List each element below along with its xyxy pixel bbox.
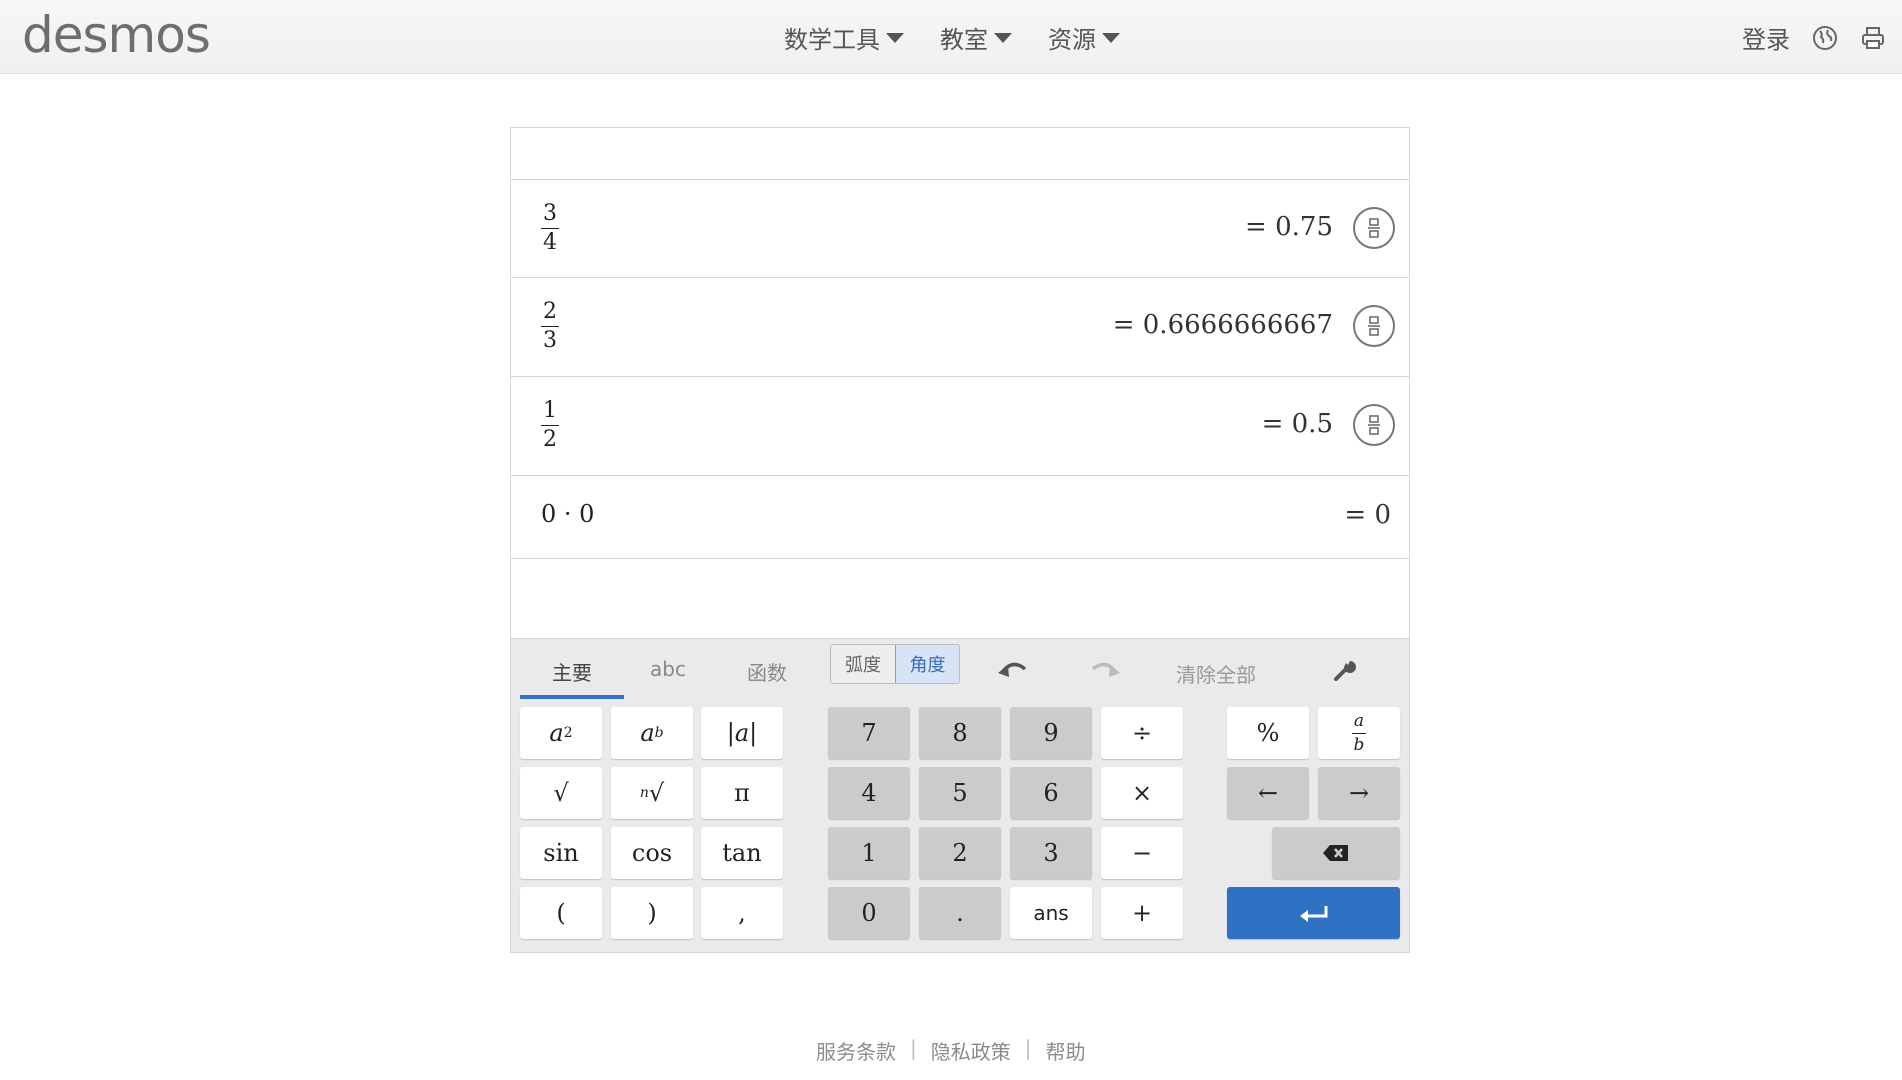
expression-text: 0 · 0 bbox=[541, 500, 595, 528]
print-icon[interactable] bbox=[1860, 25, 1886, 51]
help-link[interactable]: 帮助 bbox=[1046, 1036, 1086, 1065]
tan-key[interactable]: tan bbox=[701, 827, 783, 879]
fraction-toggle-button[interactable] bbox=[1353, 404, 1395, 446]
comma-key[interactable]: , bbox=[701, 887, 783, 939]
enter-icon bbox=[1299, 906, 1327, 922]
fraction-denominator: 2 bbox=[543, 427, 557, 452]
decimal-point-key[interactable]: . bbox=[919, 887, 1001, 939]
open-paren-key[interactable]: ( bbox=[520, 887, 602, 939]
footer-links: 服务条款 | 隐私政策 | 帮助 bbox=[816, 1036, 1086, 1065]
fraction-numerator: 1 bbox=[541, 400, 559, 426]
top-bar: desmos 数学工具 教室 资源 登录 bbox=[0, 0, 1902, 74]
expression-row-3[interactable]: 1 2 = 0.5 bbox=[511, 377, 1409, 476]
power-key[interactable]: ab bbox=[611, 707, 693, 759]
nav-math-tools[interactable]: 数学工具 bbox=[784, 20, 904, 55]
fraction-denominator: 4 bbox=[543, 230, 557, 255]
fraction-denominator: 3 bbox=[543, 328, 557, 353]
expression-row-2[interactable]: 2 3 = 0.6666666667 bbox=[511, 278, 1409, 377]
expression-result: = 0.5 bbox=[1261, 409, 1333, 439]
digit-7-key[interactable]: 7 bbox=[828, 707, 910, 759]
fraction-numerator: 3 bbox=[541, 203, 559, 229]
main-nav: 数学工具 教室 资源 bbox=[784, 20, 1120, 55]
fraction-toggle-button[interactable] bbox=[1353, 207, 1395, 249]
redo-icon[interactable] bbox=[1087, 655, 1123, 683]
expression-row-4[interactable]: 0 · 0 = 0 bbox=[511, 476, 1409, 559]
nav-resources[interactable]: 资源 bbox=[1048, 20, 1120, 55]
nav-math-tools-label: 数学工具 bbox=[784, 26, 880, 54]
expression-fraction: 2 3 bbox=[541, 296, 559, 352]
footer-separator: | bbox=[910, 1036, 917, 1060]
angle-unit-toggle: 弧度 角度 bbox=[830, 644, 960, 684]
footer-separator: | bbox=[1024, 1036, 1032, 1060]
square-key[interactable]: a2 bbox=[520, 707, 602, 759]
chevron-down-icon bbox=[886, 32, 904, 43]
privacy-link[interactable]: 隐私政策 bbox=[931, 1036, 1011, 1065]
plus-key[interactable]: + bbox=[1101, 887, 1183, 939]
digit-1-key[interactable]: 1 bbox=[828, 827, 910, 879]
empty-input-row[interactable] bbox=[511, 128, 1409, 180]
expression-fraction: 3 4 bbox=[541, 198, 559, 254]
backspace-key[interactable] bbox=[1272, 827, 1400, 879]
digit-3-key[interactable]: 3 bbox=[1010, 827, 1092, 879]
undo-icon[interactable] bbox=[995, 655, 1031, 683]
nav-classroom-label: 教室 bbox=[940, 26, 988, 54]
tab-abc[interactable]: abc bbox=[616, 657, 720, 681]
pi-key[interactable]: π bbox=[701, 767, 783, 819]
expression-result: = 0 bbox=[1344, 500, 1391, 530]
active-tab-indicator bbox=[520, 695, 624, 699]
enter-key[interactable] bbox=[1227, 887, 1400, 939]
abs-key[interactable]: | a | bbox=[701, 707, 783, 759]
tab-main[interactable]: 主要 bbox=[520, 657, 624, 686]
backspace-icon bbox=[1323, 845, 1348, 861]
expression-result: = 0.75 bbox=[1245, 212, 1333, 242]
digit-8-key[interactable]: 8 bbox=[919, 707, 1001, 759]
header-actions: 登录 bbox=[1742, 20, 1902, 55]
cos-key[interactable]: cos bbox=[611, 827, 693, 879]
digit-2-key[interactable]: 2 bbox=[919, 827, 1001, 879]
expression-result: = 0.6666666667 bbox=[1112, 310, 1333, 340]
multiply-key[interactable]: × bbox=[1101, 767, 1183, 819]
close-paren-key[interactable]: ) bbox=[611, 887, 693, 939]
sqrt-key[interactable]: √ bbox=[520, 767, 602, 819]
digit-0-key[interactable]: 0 bbox=[828, 887, 910, 939]
minus-key[interactable]: − bbox=[1101, 827, 1183, 879]
digit-4-key[interactable]: 4 bbox=[828, 767, 910, 819]
fraction-toggle-icon bbox=[1368, 415, 1380, 435]
globe-icon[interactable] bbox=[1812, 25, 1838, 51]
empty-input-row[interactable] bbox=[511, 559, 1409, 638]
digit-9-key[interactable]: 9 bbox=[1010, 707, 1092, 759]
expression-fraction: 1 2 bbox=[541, 395, 559, 451]
fraction-key[interactable]: a b bbox=[1318, 707, 1400, 759]
right-arrow-key[interactable]: → bbox=[1318, 767, 1400, 819]
tab-functions[interactable]: 函数 bbox=[715, 657, 819, 686]
digit-5-key[interactable]: 5 bbox=[919, 767, 1001, 819]
fraction-key-denominator: b bbox=[1353, 734, 1365, 755]
desmos-logo[interactable]: desmos bbox=[22, 6, 211, 64]
digit-6-key[interactable]: 6 bbox=[1010, 767, 1092, 819]
keypad: 主要 abc 函数 弧度 角度 清除全部 a2 ab | a | √ n √ π si… bbox=[511, 638, 1409, 952]
fraction-toggle-button[interactable] bbox=[1353, 305, 1395, 347]
fraction-numerator: 2 bbox=[541, 301, 559, 327]
fraction-key-numerator: a bbox=[1351, 712, 1367, 734]
degrees-button[interactable]: 角度 bbox=[895, 645, 959, 683]
divide-key[interactable]: ÷ bbox=[1101, 707, 1183, 759]
clear-all-button[interactable]: 清除全部 bbox=[1176, 659, 1256, 688]
radians-button[interactable]: 弧度 bbox=[831, 645, 895, 683]
nav-classroom[interactable]: 教室 bbox=[940, 20, 1012, 55]
left-arrow-key[interactable]: ← bbox=[1227, 767, 1309, 819]
wrench-icon[interactable] bbox=[1326, 655, 1362, 683]
calculator-panel: 3 4 = 0.75 2 3 = 0.6666666667 1 2 = 0.5 … bbox=[510, 127, 1410, 953]
fraction-toggle-icon bbox=[1368, 316, 1380, 336]
sin-key[interactable]: sin bbox=[520, 827, 602, 879]
fraction-toggle-icon bbox=[1368, 218, 1380, 238]
chevron-down-icon bbox=[1102, 32, 1120, 43]
expression-row-1[interactable]: 3 4 = 0.75 bbox=[511, 180, 1409, 278]
nav-resources-label: 资源 bbox=[1048, 26, 1096, 54]
nth-root-key[interactable]: n √ bbox=[611, 767, 693, 819]
chevron-down-icon bbox=[994, 32, 1012, 43]
terms-link[interactable]: 服务条款 bbox=[816, 1036, 896, 1065]
ans-key[interactable]: ans bbox=[1010, 887, 1092, 939]
percent-key[interactable]: % bbox=[1227, 707, 1309, 759]
login-link[interactable]: 登录 bbox=[1742, 20, 1790, 55]
